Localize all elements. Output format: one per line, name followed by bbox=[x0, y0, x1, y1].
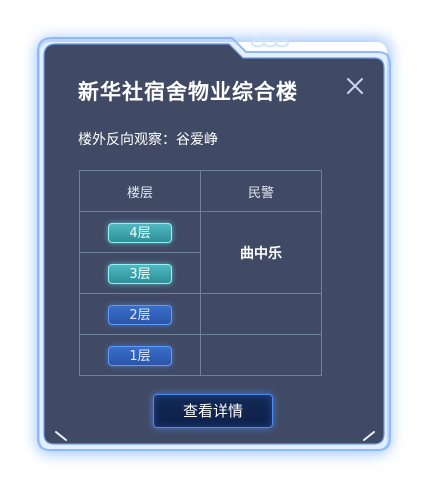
close-icon bbox=[347, 78, 363, 94]
dialog-title: 新华社宿舍物业综合楼 bbox=[78, 80, 298, 104]
table-row: 1层 bbox=[79, 334, 322, 376]
floor-police-table: 楼层 民警 4层 曲中乐 3层 2层 1层 bbox=[79, 170, 322, 376]
link-chain-icon bbox=[251, 38, 289, 48]
floor-button-2[interactable]: 2层 bbox=[108, 304, 172, 325]
floor-button-3[interactable]: 3层 bbox=[108, 263, 172, 284]
building-info-dialog: 新华社宿舍物业综合楼 楼外反向观察：谷爱峥 楼层 民警 4层 曲中乐 3层 2层… bbox=[0, 0, 428, 492]
police-cell bbox=[200, 293, 322, 335]
column-header-floor: 楼层 bbox=[79, 170, 201, 212]
floor-button-4[interactable]: 4层 bbox=[108, 222, 172, 243]
police-cell: 曲中乐 bbox=[200, 211, 322, 294]
close-button[interactable] bbox=[344, 75, 366, 97]
police-name: 曲中乐 bbox=[240, 245, 282, 262]
floor-cell: 1层 bbox=[79, 334, 201, 376]
police-cell bbox=[200, 334, 322, 376]
floor-button-1[interactable]: 1层 bbox=[108, 345, 172, 366]
view-details-button[interactable]: 查看详情 bbox=[153, 394, 273, 428]
table-header-row: 楼层 民警 bbox=[79, 170, 322, 212]
column-header-police: 民警 bbox=[200, 170, 322, 212]
table-row: 4层 曲中乐 bbox=[79, 211, 322, 294]
floor-cell: 4层 bbox=[79, 211, 201, 253]
table-row: 2层 bbox=[79, 293, 322, 335]
floor-cell: 2层 bbox=[79, 293, 201, 335]
floor-cell: 3层 bbox=[79, 252, 201, 294]
observer-label: 楼外反向观察：谷爱峥 bbox=[78, 132, 218, 148]
